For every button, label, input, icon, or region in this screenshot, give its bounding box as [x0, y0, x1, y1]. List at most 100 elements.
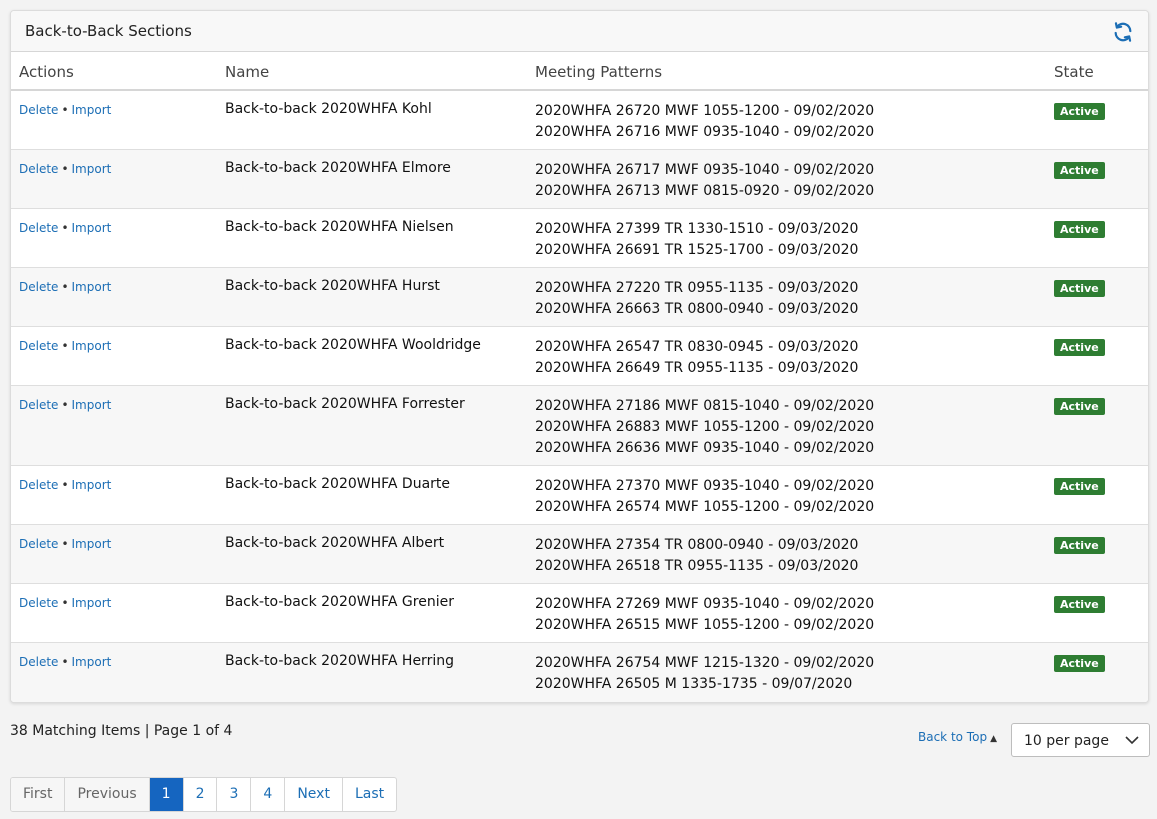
- pagination-next[interactable]: Next: [285, 778, 343, 811]
- meeting-patterns: 2020WHFA 27269 MWF 0935-1040 - 09/02/202…: [535, 594, 874, 636]
- section-name: Back-to-back 2020WHFA Albert: [225, 535, 445, 551]
- meeting-patterns: 2020WHFA 26547 TR 0830-0945 - 09/03/2020…: [535, 337, 858, 379]
- import-link[interactable]: Import: [72, 655, 112, 669]
- row-actions: Delete • Import: [19, 280, 111, 294]
- back-to-top-link[interactable]: Back to Top ▲: [918, 730, 997, 744]
- triangle-up-icon: ▲: [990, 734, 997, 744]
- section-name: Back-to-back 2020WHFA Hurst: [225, 278, 440, 294]
- section-name: Back-to-back 2020WHFA Nielsen: [225, 219, 454, 235]
- pagination-last[interactable]: Last: [343, 778, 396, 811]
- table-row: Delete • Import Back-to-back 2020WHFA Elmor…: [11, 150, 1148, 209]
- per-page-value: 10 per page: [1024, 733, 1109, 749]
- delete-link[interactable]: Delete: [19, 162, 58, 176]
- delete-link[interactable]: Delete: [19, 596, 58, 610]
- table-row: Delete • Import Back-to-back 2020WHFA Herri…: [11, 643, 1148, 702]
- import-link[interactable]: Import: [72, 339, 112, 353]
- import-link[interactable]: Import: [72, 280, 112, 294]
- action-separator: •: [61, 339, 69, 353]
- meeting-pattern-line: 2020WHFA 27370 MWF 0935-1040 - 09/02/202…: [535, 478, 875, 494]
- status-badge: Active: [1054, 478, 1105, 495]
- meeting-pattern-line: 2020WHFA 27186 MWF 0815-1040 - 09/02/202…: [535, 398, 875, 414]
- section-name: Back-to-back 2020WHFA Herring: [225, 653, 454, 669]
- section-name: Back-to-back 2020WHFA Elmore: [225, 160, 451, 176]
- pagination: First Previous 1 2 3 4 Next Last: [10, 777, 398, 812]
- meeting-patterns: 2020WHFA 27220 TR 0955-1135 - 09/03/2020…: [535, 278, 858, 320]
- back-to-top-label[interactable]: Back to Top: [918, 730, 987, 744]
- delete-link[interactable]: Delete: [19, 655, 58, 669]
- pagination-page-4[interactable]: 4: [251, 778, 286, 811]
- meeting-patterns: 2020WHFA 26717 MWF 0935-1040 - 09/02/202…: [535, 160, 874, 202]
- pagination-previous[interactable]: Previous: [65, 778, 150, 811]
- table-row: Delete • Import Back-to-back 2020WHFA Alber…: [11, 525, 1148, 584]
- row-actions: Delete • Import: [19, 478, 111, 492]
- row-actions: Delete • Import: [19, 655, 111, 669]
- meeting-patterns: 2020WHFA 27399 TR 1330-1510 - 09/03/2020…: [535, 219, 858, 261]
- pagination-page-2[interactable]: 2: [184, 778, 218, 811]
- import-link[interactable]: Import: [72, 221, 112, 235]
- status-badge: Active: [1054, 103, 1105, 120]
- meeting-pattern-line: 2020WHFA 26720 MWF 1055-1200 - 09/02/202…: [535, 103, 875, 119]
- per-page-select[interactable]: 10 per page: [1011, 723, 1150, 757]
- meeting-pattern-line: 2020WHFA 26505 M 1335-1735 - 09/07/2020: [535, 676, 853, 692]
- column-header-state: State: [1054, 63, 1094, 81]
- import-link[interactable]: Import: [72, 103, 112, 117]
- table-row: Delete • Import Back-to-back 2020WHFA Niels…: [11, 209, 1148, 268]
- import-link[interactable]: Import: [72, 537, 112, 551]
- meeting-patterns: 2020WHFA 27186 MWF 0815-1040 - 09/02/202…: [535, 396, 874, 459]
- action-separator: •: [61, 221, 69, 235]
- column-header-actions: Actions: [19, 63, 74, 81]
- meeting-pattern-line: 2020WHFA 26518 TR 0955-1135 - 09/03/2020: [535, 558, 859, 574]
- pagination-first[interactable]: First: [11, 778, 66, 811]
- table-row: Delete • Import Back-to-back 2020WHFA Hurst…: [11, 268, 1148, 327]
- meeting-pattern-line: 2020WHFA 26691 TR 1525-1700 - 09/03/2020: [535, 242, 859, 258]
- meeting-pattern-line: 2020WHFA 26636 MWF 0935-1040 - 09/02/202…: [535, 440, 875, 456]
- row-actions: Delete • Import: [19, 103, 111, 117]
- column-header-name: Name: [225, 63, 270, 81]
- import-link[interactable]: Import: [72, 596, 112, 610]
- table-row: Delete • Import Back-to-back 2020WHFA Kohl 2…: [11, 91, 1148, 150]
- status-badge: Active: [1054, 339, 1105, 356]
- import-link[interactable]: Import: [72, 162, 112, 176]
- action-separator: •: [61, 398, 69, 412]
- row-actions: Delete • Import: [19, 221, 111, 235]
- meeting-pattern-line: 2020WHFA 26716 MWF 0935-1040 - 09/02/202…: [535, 124, 875, 140]
- delete-link[interactable]: Delete: [19, 280, 58, 294]
- pagination-page-3[interactable]: 3: [217, 778, 252, 811]
- row-actions: Delete • Import: [19, 398, 111, 412]
- delete-link[interactable]: Delete: [19, 103, 58, 117]
- status-badge: Active: [1054, 280, 1105, 297]
- meeting-pattern-line: 2020WHFA 26649 TR 0955-1135 - 09/03/2020: [535, 360, 859, 376]
- table-body: Delete • Import Back-to-back 2020WHFA Kohl 2…: [11, 91, 1148, 702]
- section-name: Back-to-back 2020WHFA Kohl: [225, 101, 432, 117]
- delete-link[interactable]: Delete: [19, 537, 58, 551]
- status-badge: Active: [1054, 655, 1105, 672]
- section-name: Back-to-back 2020WHFA Forrester: [225, 396, 465, 412]
- refresh-icon[interactable]: [1112, 21, 1134, 43]
- pagination-page-1[interactable]: 1: [149, 778, 184, 811]
- meeting-pattern-line: 2020WHFA 27269 MWF 0935-1040 - 09/02/202…: [535, 596, 875, 612]
- meeting-pattern-line: 2020WHFA 26713 MWF 0815-0920 - 09/02/202…: [535, 183, 875, 199]
- meeting-pattern-line: 2020WHFA 26663 TR 0800-0940 - 09/03/2020: [535, 301, 859, 317]
- panel-header: Back-to-Back Sections: [11, 11, 1148, 52]
- import-link[interactable]: Import: [72, 478, 112, 492]
- status-badge: Active: [1054, 162, 1105, 179]
- back-to-back-sections-panel: Back-to-Back Sections Actions Name Meeti…: [10, 10, 1149, 703]
- meeting-patterns: 2020WHFA 27370 MWF 0935-1040 - 09/02/202…: [535, 476, 874, 518]
- row-actions: Delete • Import: [19, 339, 111, 353]
- matching-items-summary: 38 Matching Items | Page 1 of 4: [10, 723, 233, 739]
- section-name: Back-to-back 2020WHFA Grenier: [225, 594, 454, 610]
- action-separator: •: [61, 478, 69, 492]
- meeting-pattern-line: 2020WHFA 27354 TR 0800-0940 - 09/03/2020: [535, 537, 859, 553]
- delete-link[interactable]: Delete: [19, 221, 58, 235]
- meeting-pattern-line: 2020WHFA 26515 MWF 1055-1200 - 09/02/202…: [535, 617, 875, 633]
- meeting-pattern-line: 2020WHFA 27220 TR 0955-1135 - 09/03/2020: [535, 280, 859, 296]
- delete-link[interactable]: Delete: [19, 398, 58, 412]
- section-name: Back-to-back 2020WHFA Wooldridge: [225, 337, 481, 353]
- delete-link[interactable]: Delete: [19, 339, 58, 353]
- meeting-pattern-line: 2020WHFA 26547 TR 0830-0945 - 09/03/2020: [535, 339, 859, 355]
- meeting-patterns: 2020WHFA 26720 MWF 1055-1200 - 09/02/202…: [535, 101, 874, 143]
- delete-link[interactable]: Delete: [19, 478, 58, 492]
- import-link[interactable]: Import: [72, 398, 112, 412]
- table-row: Delete • Import Back-to-back 2020WHFA Greni…: [11, 584, 1148, 643]
- meeting-pattern-line: 2020WHFA 26717 MWF 0935-1040 - 09/02/202…: [535, 162, 875, 178]
